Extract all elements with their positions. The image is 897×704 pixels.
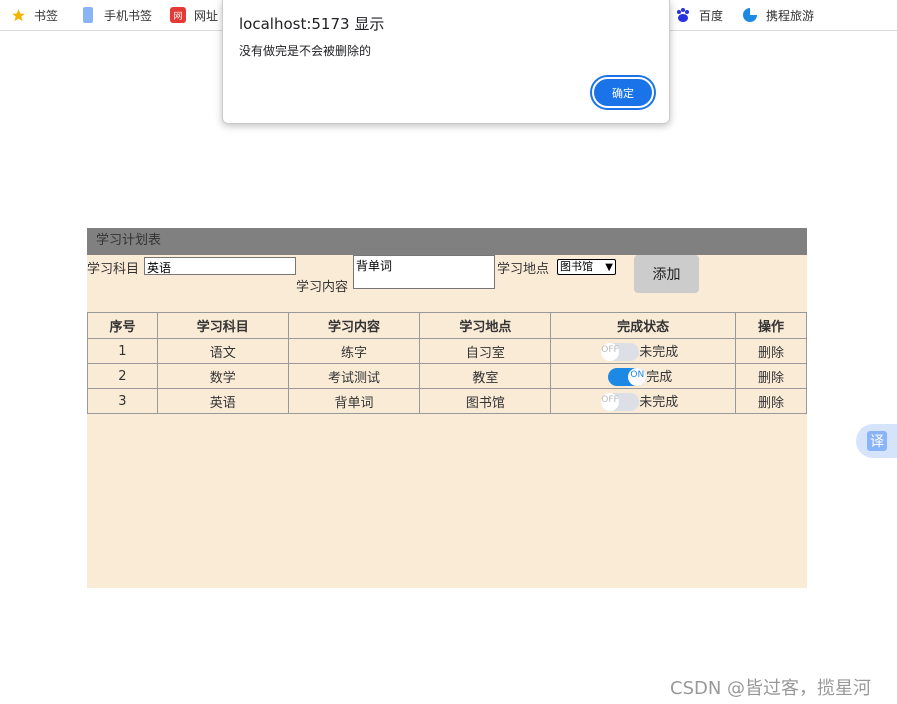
table-row: 1 语文 练字 自习室 OFF 未完成 删除 [87,338,807,364]
panel-title: 学习计划表 [87,228,807,255]
bookmark-item[interactable]: 百度 [675,4,723,26]
col-header-content: 学习内容 [287,312,421,339]
col-header-location: 学习地点 [419,312,552,339]
translate-button[interactable]: 译 [856,424,897,458]
dialog-ok-button[interactable]: 确定 [592,77,654,108]
cell-subject: 数学 [156,363,289,389]
col-header-action: 操作 [735,312,807,339]
site-icon: 网 [170,7,186,23]
dialog-title: localhost:5173 显示 [239,15,385,33]
bookmark-item[interactable]: 书签 [10,4,58,26]
cell-content: 背单词 [287,388,421,414]
delete-button[interactable]: 删除 [735,388,807,414]
status-toggle[interactable]: ON [608,368,647,387]
phone-icon [80,7,96,23]
study-plan-panel: 学习计划表 学习科目 英语 学习内容 背单词 学习地点 图书馆 ▼ 添加 序号 … [87,228,807,588]
cell-location: 自习室 [419,338,552,364]
translate-icon: 译 [867,431,887,451]
delete-button[interactable]: 删除 [735,338,807,364]
cell-id: 3 [87,388,158,414]
cell-status: ON 完成 [550,363,737,389]
cell-status: OFF 未完成 [550,388,737,414]
table-row: 2 数学 考试测试 教室 ON 完成 删除 [87,363,807,389]
bookmark-item[interactable]: 携程旅游 [742,4,814,26]
dialog-message: 没有做完是不会被删除的 [239,44,372,58]
cell-location: 教室 [419,363,552,389]
cell-subject: 语文 [156,338,289,364]
cell-location: 图书馆 [419,388,552,414]
star-icon [10,7,26,23]
status-text: 未完成 [639,394,679,410]
cell-content: 考试测试 [287,363,421,389]
col-header-subject: 学习科目 [156,312,289,339]
subject-input[interactable]: 英语 [144,257,296,275]
alert-dialog: localhost:5173 显示 没有做完是不会被删除的 确定 [222,0,670,124]
delete-button[interactable]: 删除 [735,363,807,389]
cell-content: 练字 [287,338,421,364]
cell-id: 2 [87,363,158,389]
cell-subject: 英语 [156,388,289,414]
table-row: 3 英语 背单词 图书馆 OFF 未完成 删除 [87,388,807,414]
location-select[interactable]: 图书馆 ▼ [557,259,616,275]
subject-label: 学习科目 [87,262,140,277]
ctrip-icon [742,7,758,23]
cell-id: 1 [87,338,158,364]
status-toggle[interactable]: OFF [601,343,640,362]
content-textarea[interactable]: 背单词 [353,255,495,289]
status-toggle[interactable]: OFF [601,393,640,412]
col-header-status: 完成状态 [550,312,737,339]
baidu-icon [675,7,691,23]
status-text: 未完成 [639,344,679,360]
bookmark-item[interactable]: 网 网址 [170,4,218,26]
plan-table: 序号 学习科目 学习内容 学习地点 完成状态 操作 1 语文 练字 自习室 OF… [87,312,807,414]
svg-text:网: 网 [173,11,182,22]
chevron-down-icon: ▼ [605,262,613,273]
status-text: 完成 [646,369,673,385]
location-label: 学习地点 [497,262,550,277]
cell-status: OFF 未完成 [550,338,737,364]
content-label: 学习内容 [296,280,349,295]
col-header-id: 序号 [87,312,158,339]
add-button[interactable]: 添加 [634,255,699,293]
plan-form: 学习科目 英语 学习内容 背单词 学习地点 图书馆 ▼ 添加 [87,255,807,313]
bookmark-item[interactable]: 手机书签 [80,4,152,26]
watermark: CSDN @皆过客，揽星河 [670,678,872,699]
